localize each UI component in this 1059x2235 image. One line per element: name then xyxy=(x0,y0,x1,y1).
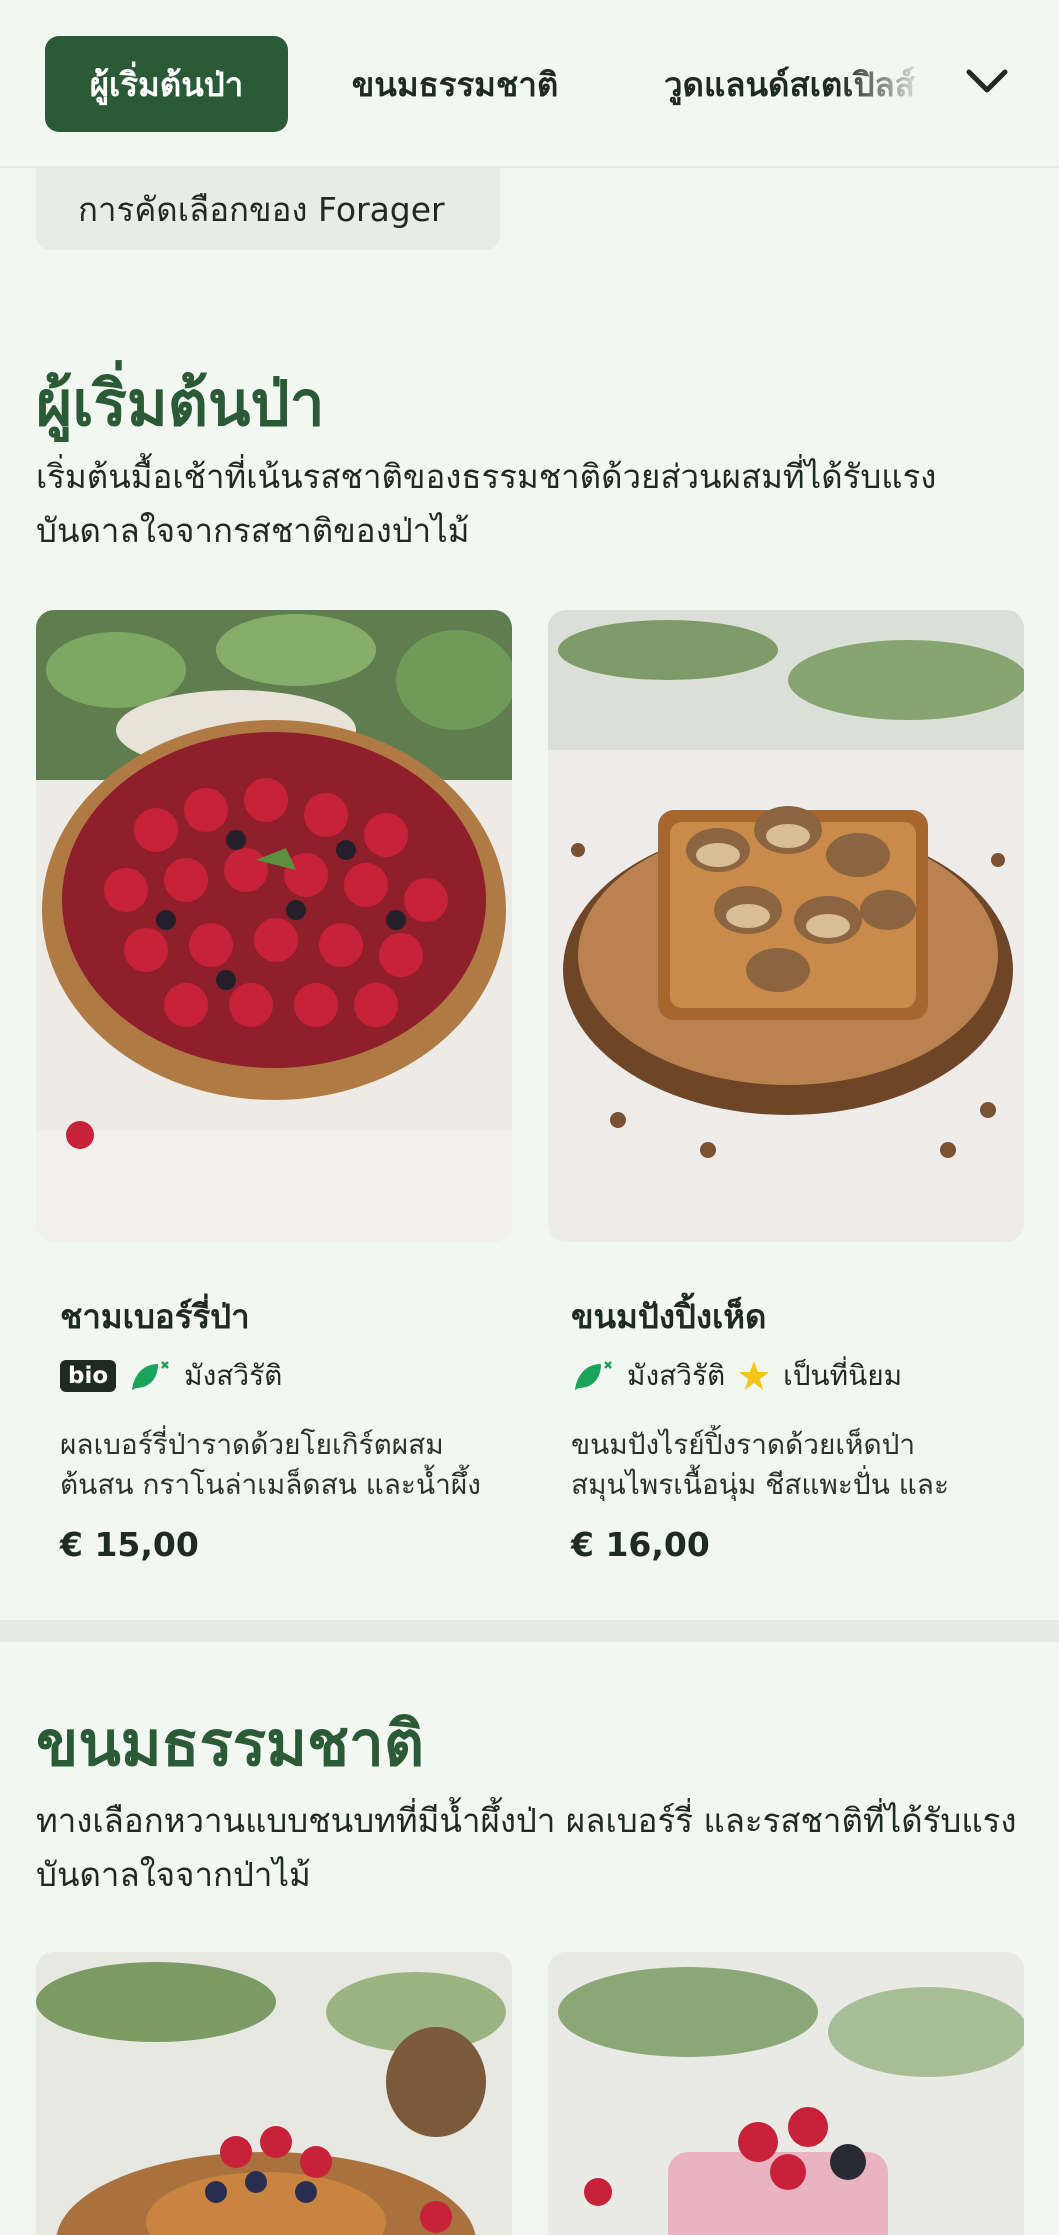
berry-parfait-image[interactable] xyxy=(548,1952,1024,2235)
bio-badge: bio xyxy=(60,1360,117,1392)
vegetarian-leaf-icon xyxy=(132,1361,170,1390)
berry-bowl-image[interactable] xyxy=(36,610,512,1242)
diet-label: มังสวิรัติ xyxy=(184,1359,283,1392)
item-name: ขนมปังปิ้งเห็ด xyxy=(571,1297,767,1336)
popular-label: เป็นที่นิยม xyxy=(783,1359,903,1392)
item-tags: bio มังสวิรัติ xyxy=(60,1354,282,1398)
section-title: ขนมธรรมชาติ xyxy=(36,1707,425,1780)
item-name: ชามเบอร์รี่ป่า xyxy=(60,1297,250,1336)
tab-natural-sweets[interactable]: ขนมธรรมชาติ xyxy=(330,36,580,132)
vegetarian-leaf-icon xyxy=(575,1361,612,1390)
dessert-image[interactable] xyxy=(36,1952,512,2235)
section-divider xyxy=(0,1620,1059,1642)
item-tags: มังสวิรัติ เป็นที่นิยม xyxy=(571,1354,902,1398)
chevron-down-icon[interactable] xyxy=(955,50,1019,114)
item-description: ผลเบอร์รี่ป่าราดด้วยโยเกิร์ตผสมต้นสน กรา… xyxy=(60,1428,481,1501)
item-description: ขนมปังไรย์ปิ้งราดด้วยเห็ดป่าสมุนไพรเนื้อ… xyxy=(571,1428,949,1501)
mushroom-toast-image[interactable] xyxy=(548,610,1024,1242)
category-nav: ผู้เริ่มต้นป่า ขนมธรรมชาติ วูดแลนด์สเตเป… xyxy=(0,0,1059,168)
item-price: € 16,00 xyxy=(571,1525,710,1564)
item-price: € 15,00 xyxy=(60,1525,199,1564)
section-description: ทางเลือกหวานแบบชนบทที่มีน้ำผึ้งป่า ผลเบอ… xyxy=(36,1801,1017,1894)
section-description: เริ่มต้นมื้อเช้าที่เน้นรสชาติของธรรมชาติ… xyxy=(36,457,937,550)
section-title: ผู้เริ่มต้นป่า xyxy=(36,367,325,440)
tab-scroll-fade xyxy=(840,36,950,132)
diet-label: มังสวิรัติ xyxy=(627,1359,726,1392)
forager-selection-chip[interactable]: การคัดเลือกของ Forager xyxy=(36,168,500,250)
star-icon xyxy=(739,1361,770,1390)
tab-forest-starters[interactable]: ผู้เริ่มต้นป่า xyxy=(45,36,288,132)
